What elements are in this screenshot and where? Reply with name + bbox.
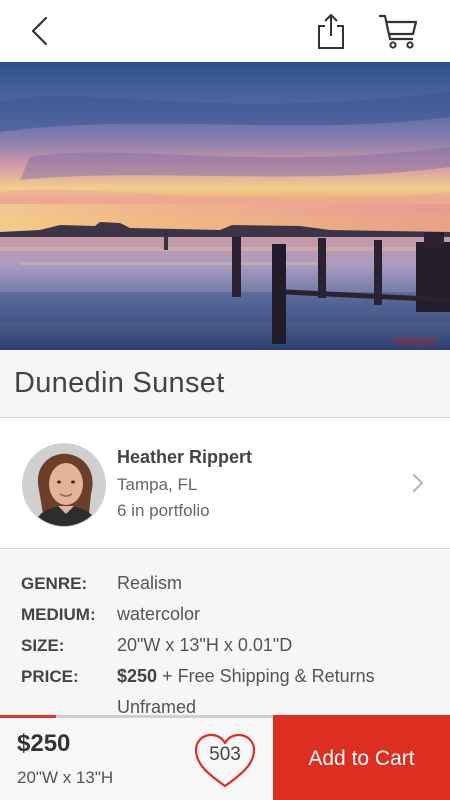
artist-portfolio-count: 6 in portfolio <box>117 501 210 520</box>
cart-button[interactable] <box>370 0 426 62</box>
favorite-button[interactable]: 503 <box>192 730 258 792</box>
detail-genre: GENRE: Realism <box>21 568 450 599</box>
medium-label: MEDIUM: <box>21 604 96 624</box>
price-shipping-note: + Free Shipping & Returns <box>162 666 375 686</box>
back-button[interactable] <box>18 0 62 62</box>
title-row: Dunedin Sunset <box>0 350 450 418</box>
medium-value: watercolor <box>117 604 201 624</box>
artist-location: Tampa, FL <box>117 475 198 494</box>
share-button[interactable] <box>306 0 356 62</box>
artwork-image[interactable]: RIPPERT <box>0 62 450 350</box>
bottom-price: $250 <box>17 730 71 757</box>
detail-size: SIZE: 20"W x 13"H x 0.01"D <box>21 630 450 661</box>
chevron-left-icon <box>31 16 48 46</box>
size-value: 20"W x 13"H x 0.01"D <box>117 635 293 655</box>
cart-icon <box>379 14 418 49</box>
add-to-cart-button[interactable]: Add to Cart <box>273 715 450 800</box>
price-amount: $250 <box>117 666 158 686</box>
top-nav-bar <box>0 0 450 62</box>
favorite-count: 503 <box>209 744 241 765</box>
bottom-purchase-bar: $250 20"W x 13"H 503 Add to Cart <box>0 715 450 800</box>
chevron-right-icon <box>412 473 424 498</box>
genre-label: GENRE: <box>21 573 88 593</box>
artwork-title: Dunedin Sunset <box>14 367 225 399</box>
size-label: SIZE: <box>21 635 65 655</box>
price-label: PRICE: <box>21 666 79 686</box>
genre-value: Realism <box>117 573 183 593</box>
artist-info: Heather Rippert Tampa, FL 6 in portfolio <box>117 447 252 527</box>
share-icon <box>318 14 344 49</box>
painting-illustration: RIPPERT <box>0 62 450 350</box>
price-value: $250 + Free Shipping & Returns <box>117 666 375 687</box>
bottom-size: 20"W x 13"H <box>17 768 114 787</box>
artist-profile-row[interactable]: Heather Rippert Tampa, FL 6 in portfolio <box>0 419 450 549</box>
detail-medium: MEDIUM: watercolor <box>21 599 450 630</box>
detail-price: PRICE: $250 + Free Shipping & Returns <box>21 661 450 692</box>
artist-signature: RIPPERT <box>394 337 438 348</box>
artist-name: Heather Rippert <box>117 447 253 467</box>
artwork-details: GENRE: Realism MEDIUM: watercolor SIZE: … <box>0 550 450 717</box>
scroll-progress-bar <box>0 715 57 718</box>
artist-avatar <box>22 443 106 527</box>
